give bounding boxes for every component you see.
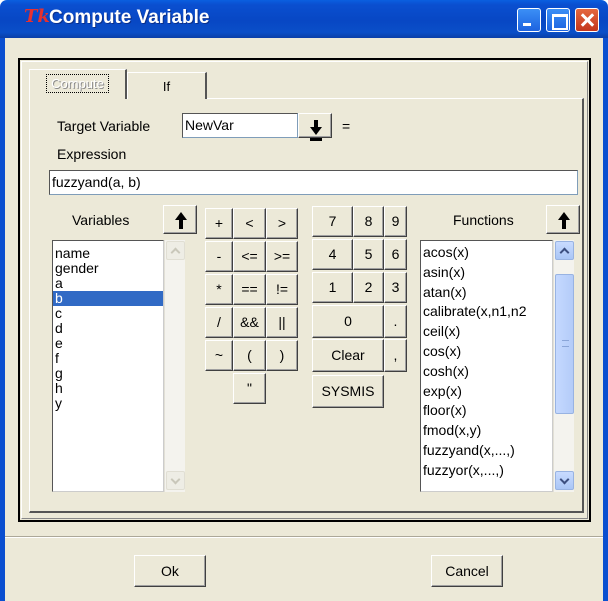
function-item[interactable]: acos(x): [421, 243, 552, 263]
function-item[interactable]: fuzzyand(x,...,): [421, 441, 552, 461]
insert-function-button[interactable]: [546, 205, 580, 234]
variable-item[interactable]: b: [53, 291, 163, 306]
chevron-down-icon: [559, 474, 570, 485]
cancel-button[interactable]: Cancel: [431, 555, 503, 587]
variable-item[interactable]: h: [53, 381, 163, 396]
tk-logo-icon: Tk: [24, 6, 50, 27]
digit-button[interactable]: 8: [353, 206, 384, 237]
digit-button[interactable]: 4: [312, 239, 353, 270]
operator-button[interactable]: ||: [266, 307, 298, 338]
function-item[interactable]: floor(x): [421, 401, 552, 421]
up-arrow-icon: [175, 212, 187, 229]
scroll-grip-icon: [562, 340, 569, 347]
variable-item[interactable]: y: [53, 396, 163, 411]
window-frame-right: [603, 38, 608, 601]
variable-item[interactable]: d: [53, 321, 163, 336]
chevron-down-icon: [170, 474, 181, 485]
digit-button[interactable]: 5: [353, 239, 384, 270]
variable-item[interactable]: f: [53, 351, 163, 366]
arrow-down-icon: [310, 120, 322, 141]
digit-button[interactable]: 2: [353, 272, 384, 303]
functions-scrollbar[interactable]: [553, 240, 574, 492]
operator-button[interactable]: !=: [266, 274, 298, 305]
functions-label: Functions: [453, 212, 514, 228]
digit-button[interactable]: 9: [384, 206, 407, 237]
variables-label: Variables: [72, 212, 130, 228]
functions-scroll-up-button[interactable]: [555, 241, 574, 260]
operator-button[interactable]: /: [205, 307, 233, 338]
operator-button[interactable]: ~: [205, 340, 233, 371]
operator-button[interactable]: &&: [233, 307, 266, 338]
expression-label: Expression: [57, 146, 127, 162]
function-item[interactable]: cos(x): [421, 342, 552, 362]
function-item[interactable]: atan(x): [421, 283, 552, 303]
sysmis-button[interactable]: SYSMIS: [312, 375, 384, 408]
tab-compute[interactable]: Compute: [29, 69, 127, 99]
close-button[interactable]: [575, 8, 599, 32]
variables-scroll-up-button[interactable]: [166, 241, 185, 260]
tab-compute-label: Compute: [46, 74, 109, 93]
operator-button[interactable]: ): [266, 340, 298, 371]
expression-input[interactable]: fuzzyand(a, b): [49, 170, 578, 195]
variable-item[interactable]: g: [53, 366, 163, 381]
variable-item[interactable]: gender: [53, 261, 163, 276]
operator-button[interactable]: +: [205, 208, 233, 239]
separator: [5, 536, 603, 538]
variables-list[interactable]: name gender a b c d e f g h y: [52, 240, 164, 492]
function-item[interactable]: ceil(x): [421, 322, 552, 342]
equals-sign: =: [342, 118, 351, 134]
operator-button[interactable]: *: [205, 274, 233, 305]
digit-button[interactable]: 6: [384, 239, 407, 270]
digit-button[interactable]: 7: [312, 206, 353, 237]
ok-button[interactable]: Ok: [134, 555, 206, 587]
title-bar[interactable]: Tk Compute Variable: [0, 0, 608, 38]
function-item[interactable]: cosh(x): [421, 362, 552, 382]
maximize-button[interactable]: [546, 8, 570, 32]
functions-list[interactable]: acos(x) asin(x) atan(x) calibrate(x,n1,n2 ce…: [420, 240, 553, 492]
functions-scroll-thumb[interactable]: [555, 274, 574, 414]
chevron-up-icon: [170, 247, 181, 258]
insert-variable-button[interactable]: [163, 205, 197, 234]
variable-item[interactable]: c: [53, 306, 163, 321]
function-item[interactable]: exp(x): [421, 382, 552, 402]
variable-item[interactable]: e: [53, 336, 163, 351]
variables-scroll-down-button[interactable]: [166, 471, 185, 490]
operator-button[interactable]: >=: [266, 241, 298, 272]
minimize-button[interactable]: [517, 8, 541, 32]
digit-button[interactable]: 3: [384, 272, 407, 303]
function-item[interactable]: fuzzyor(x,...,): [421, 461, 552, 481]
function-item[interactable]: fmod(x,y): [421, 421, 552, 441]
function-item[interactable]: asin(x): [421, 263, 552, 283]
chevron-up-icon: [559, 247, 570, 258]
variable-item[interactable]: a: [53, 276, 163, 291]
operator-button[interactable]: >: [266, 208, 298, 239]
comma-button[interactable]: ,: [384, 339, 407, 372]
window-title: Compute Variable: [49, 7, 210, 28]
target-dropdown-button[interactable]: [298, 113, 332, 141]
function-item[interactable]: calibrate(x,n1,n2: [421, 302, 552, 322]
digit-button[interactable]: 0: [312, 305, 384, 338]
variable-item[interactable]: name: [53, 246, 163, 261]
operator-button[interactable]: <: [233, 208, 266, 239]
clear-button[interactable]: Clear: [312, 339, 384, 372]
operator-button[interactable]: <=: [233, 241, 266, 272]
up-arrow-icon: [558, 212, 570, 229]
target-variable-label: Target Variable: [57, 118, 151, 134]
operator-button[interactable]: ": [233, 373, 266, 404]
decimal-button[interactable]: .: [384, 305, 407, 338]
variables-scrollbar[interactable]: [164, 240, 185, 492]
operator-button[interactable]: -: [205, 241, 233, 272]
target-variable-field[interactable]: NewVar: [182, 113, 298, 138]
functions-scroll-down-button[interactable]: [555, 471, 574, 490]
operator-button[interactable]: (: [233, 340, 266, 371]
tab-if[interactable]: If: [127, 72, 207, 99]
digit-button[interactable]: 1: [312, 272, 353, 303]
operator-button[interactable]: ==: [233, 274, 266, 305]
